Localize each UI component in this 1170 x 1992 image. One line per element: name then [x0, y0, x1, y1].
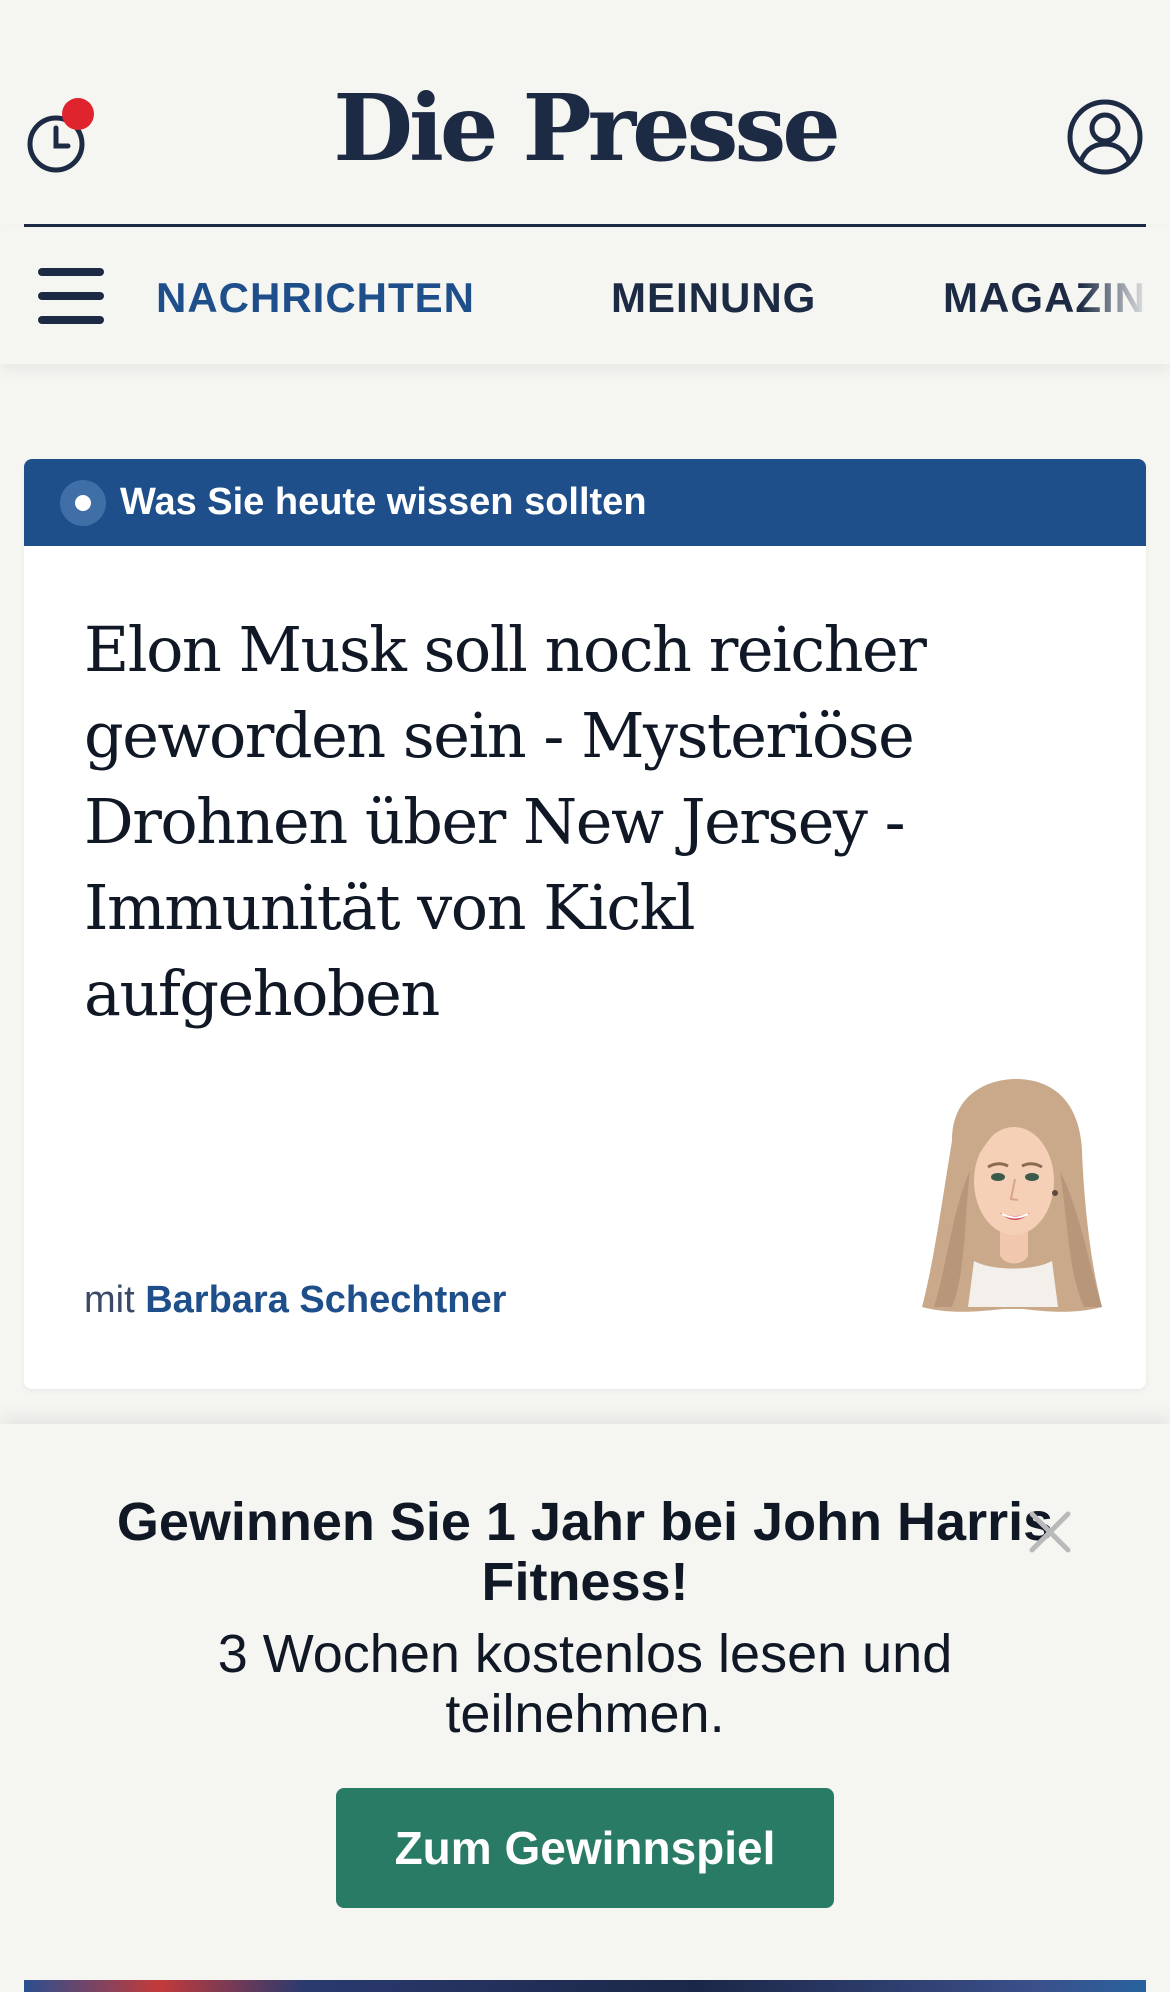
- promo-title: Gewinnen Sie 1 Jahr bei John Harris Fitn…: [116, 1492, 1054, 1612]
- account-button[interactable]: [1066, 98, 1144, 176]
- author-avatar: [922, 1079, 1102, 1312]
- section-nav: NACHRICHTEN MEINUNG MAGAZIN: [0, 228, 1170, 364]
- live-indicator-icon: [60, 480, 106, 526]
- header-divider: [24, 224, 1146, 227]
- byline: mit Barbara Schechtner: [84, 1275, 506, 1325]
- nav-scroll-fade: [1080, 228, 1170, 364]
- nav-item-nachrichten[interactable]: NACHRICHTEN: [156, 272, 475, 324]
- promo-subtitle: 3 Wochen kostenlos lesen und teilnehmen.: [217, 1624, 953, 1744]
- hamburger-menu-icon[interactable]: [38, 268, 106, 324]
- nav-item-meinung[interactable]: MEINUNG: [611, 272, 816, 324]
- author-link[interactable]: Barbara Schechtner: [145, 1279, 506, 1321]
- site-logo[interactable]: Die Presse: [0, 78, 1170, 178]
- user-circle-icon: [1067, 99, 1143, 175]
- briefing-banner: Was Sie heute wissen sollten: [24, 459, 1146, 546]
- close-icon[interactable]: [1024, 1506, 1076, 1558]
- promo-overlay: Gewinnen Sie 1 Jahr bei John Harris Fitn…: [0, 1424, 1170, 1992]
- contest-cta-button[interactable]: Zum Gewinnspiel: [336, 1788, 834, 1908]
- briefing-headline[interactable]: Elon Musk soll noch reicher geworden sei…: [84, 607, 944, 1037]
- byline-prefix: mit: [84, 1279, 135, 1321]
- next-article-image: [24, 1980, 1146, 1992]
- site-header: Die Presse: [0, 0, 1170, 228]
- briefing-banner-label: Was Sie heute wissen sollten: [120, 481, 647, 523]
- briefing-card[interactable]: Was Sie heute wissen sollten Elon Musk s…: [24, 459, 1146, 1389]
